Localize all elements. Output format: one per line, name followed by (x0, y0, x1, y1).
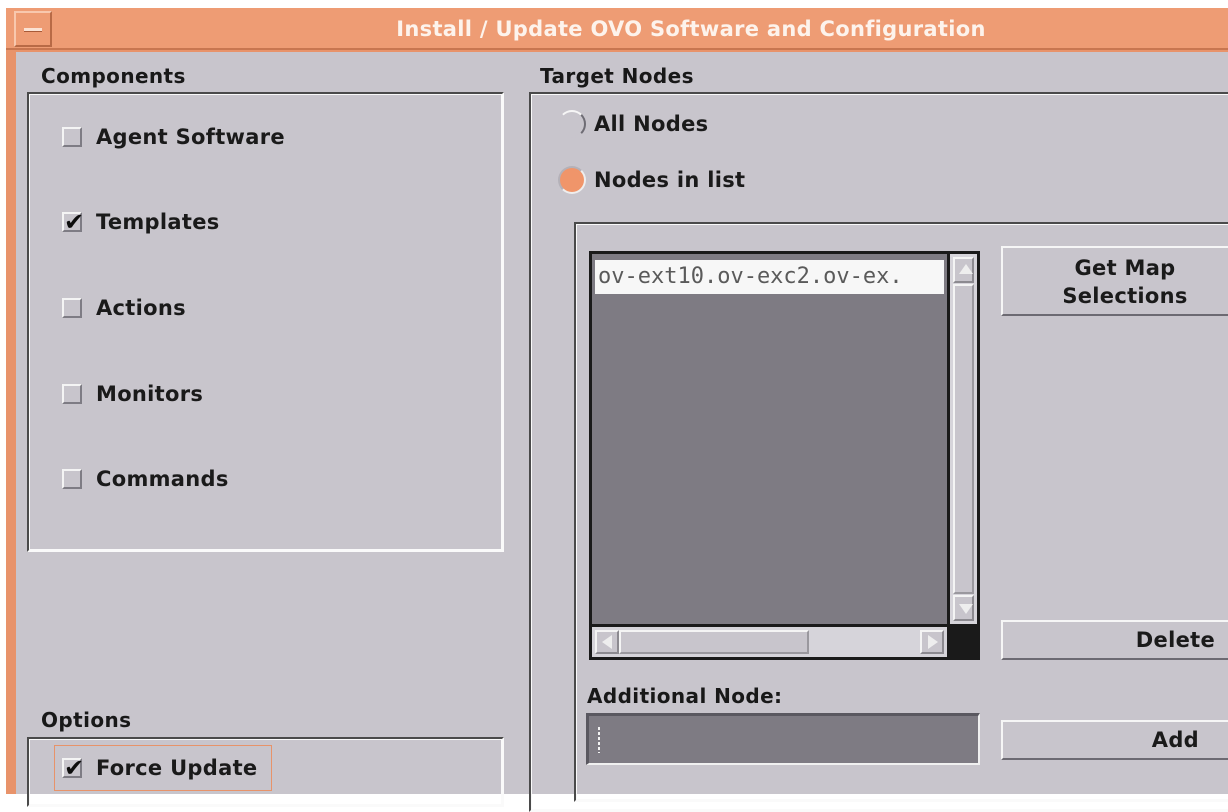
checkbox-label: Templates (96, 210, 220, 234)
additional-node-input[interactable] (586, 713, 980, 765)
checkbox-templates[interactable]: ✔ (62, 208, 84, 236)
scroll-down-button[interactable] (953, 595, 974, 621)
vertical-scroll-thumb[interactable] (953, 284, 974, 594)
delete-button[interactable]: Delete (1001, 620, 1228, 660)
checkbox-row-force-update[interactable]: ✔ Force Update (62, 751, 257, 785)
components-label: Components (41, 64, 186, 88)
title-bar[interactable]: Install / Update OVO Software and Config… (6, 8, 1228, 50)
checkbox-row-monitors[interactable]: Monitors (62, 377, 203, 411)
checkbox-row-templates[interactable]: ✔ Templates (62, 205, 220, 239)
arrow-left-icon (602, 635, 612, 649)
check-mark-icon: ✔ (64, 754, 85, 782)
arrow-down-icon (959, 604, 973, 614)
text-cursor (598, 727, 600, 753)
scroll-left-button[interactable] (595, 630, 619, 654)
arrow-up-icon (959, 264, 973, 274)
checkbox-row-actions[interactable]: Actions (62, 291, 186, 325)
checkbox-monitors[interactable] (62, 384, 82, 404)
scroll-up-button[interactable] (953, 257, 974, 283)
checkbox-commands[interactable] (62, 469, 82, 489)
window-menu-icon (24, 28, 42, 32)
target-nodes-label: Target Nodes (540, 64, 694, 88)
radio-row-nodes-in-list[interactable]: Nodes in list (558, 162, 745, 198)
window-title: Install / Update OVO Software and Config… (396, 17, 986, 41)
list-item[interactable]: ov-ext10.ov-exc2.ov-ex. (595, 260, 944, 294)
radio-label: Nodes in list (594, 168, 746, 192)
checkbox-label: Agent Software (96, 125, 285, 149)
node-list-vertical-scrollbar[interactable] (950, 254, 977, 624)
options-label: Options (41, 708, 132, 732)
checkbox-label: Commands (96, 467, 229, 491)
node-list-horizontal-scrollbar[interactable] (592, 627, 947, 657)
radio-nodes-in-list[interactable] (558, 166, 586, 194)
get-map-selections-button[interactable]: Get Map Selections (1001, 246, 1228, 316)
checkbox-force-update[interactable]: ✔ (62, 754, 84, 782)
radio-row-all-nodes[interactable]: All Nodes (558, 106, 708, 142)
get-map-selections-label-line1: Get Map (1074, 256, 1176, 280)
add-button[interactable]: Add (1001, 720, 1228, 760)
node-list[interactable]: ov-ext10.ov-exc2.ov-ex. (592, 254, 947, 624)
check-mark-icon: ✔ (64, 208, 85, 236)
horizontal-scroll-thumb[interactable] (619, 630, 809, 654)
get-map-selections-label-line2: Selections (1062, 284, 1188, 308)
checkbox-agent-software[interactable] (62, 127, 82, 147)
checkbox-label: Monitors (96, 382, 204, 406)
additional-node-label: Additional Node: (587, 684, 783, 708)
checkbox-row-agent-software[interactable]: Agent Software (62, 120, 285, 154)
radio-label: All Nodes (594, 112, 709, 136)
checkbox-label: Actions (96, 296, 186, 320)
window-menu-button[interactable] (14, 11, 52, 47)
checkbox-row-commands[interactable]: Commands (62, 462, 229, 496)
scroll-right-button[interactable] (920, 630, 944, 654)
arrow-right-icon (928, 635, 938, 649)
checkbox-label: Force Update (96, 756, 258, 780)
radio-all-nodes[interactable] (558, 110, 586, 138)
checkbox-actions[interactable] (62, 298, 82, 318)
